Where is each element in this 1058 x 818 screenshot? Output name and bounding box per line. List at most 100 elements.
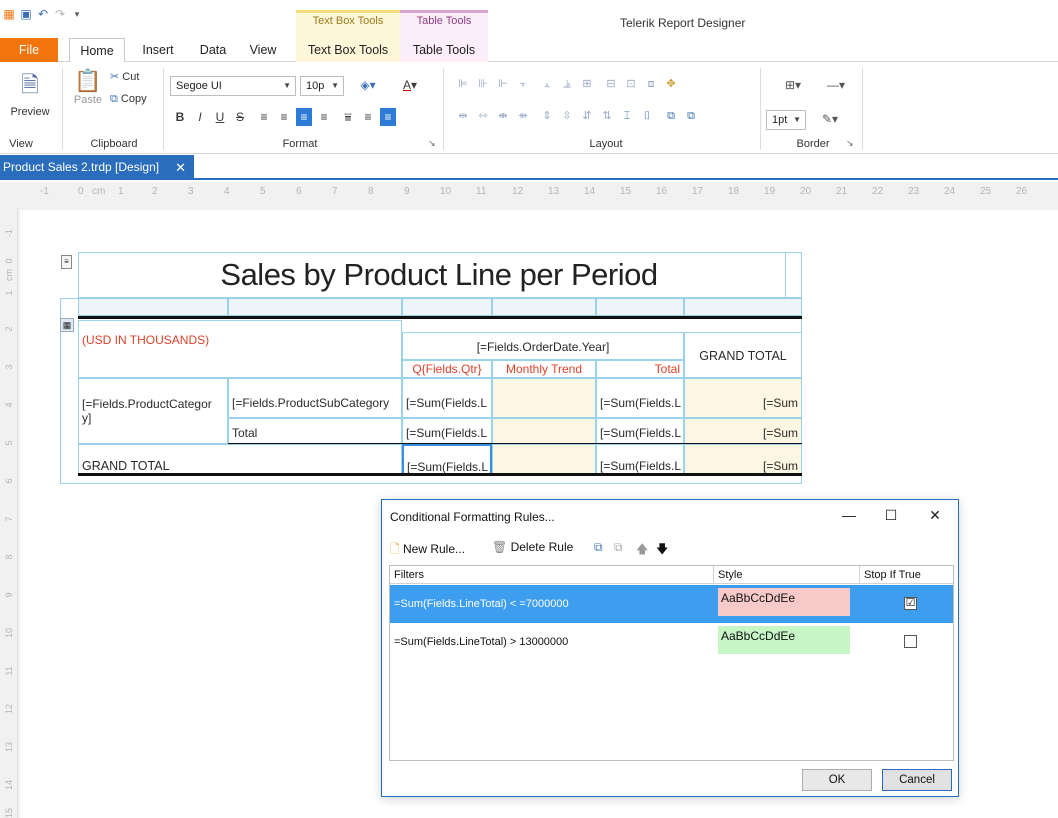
fill-color-icon[interactable]: ◈▾ [356,76,380,94]
column-handle[interactable] [492,298,596,316]
bold-icon[interactable]: B [172,108,188,126]
close-icon[interactable]: ✕ [920,502,950,528]
document-tab[interactable]: Product Sales 2.trdp [Design] ✕ [0,155,194,180]
horizontal-spacing-icon[interactable]: ⇹ [456,108,470,124]
order-year-cell[interactable]: [=Fields.OrderDate.Year] [402,332,684,360]
remove-h-spacing-icon[interactable]: ⇻ [516,108,530,124]
underline-icon[interactable]: U [212,108,228,126]
grand-total-sum-cell[interactable]: [=Sum [684,378,802,418]
stop-if-true-checkbox[interactable] [904,635,917,648]
style-sample[interactable]: AaBbCcDdEe [718,626,850,654]
vertical-spacing-icon[interactable]: ⇕ [540,108,554,124]
report-title[interactable]: Sales by Product Line per Period [78,254,800,296]
preview-button[interactable]: 🗎 Preview [4,68,56,118]
remove-v-spacing-icon[interactable]: ⇅ [600,108,614,124]
italic-icon[interactable]: I [192,108,208,126]
border-width-combo[interactable]: 1pt ▼ [766,110,806,130]
subtotal-total-cell[interactable]: [=Sum(Fields.L [596,418,684,444]
border-style-icon[interactable]: —▾ [818,76,854,94]
font-color-icon[interactable]: A▾ [396,76,424,94]
column-handle[interactable] [596,298,684,316]
copy-button[interactable]: ⧉ Copy [110,93,147,106]
quarter-cell[interactable]: Q{Fields.Qtr} [402,360,492,378]
align-middles-icon[interactable]: ⫠ [540,76,554,92]
subtotal-label-cell[interactable]: Total [228,418,402,444]
column-header-stop-if-true[interactable]: Stop If True [860,566,953,584]
maximize-icon[interactable]: ☐ [876,502,906,528]
decrease-h-spacing-icon[interactable]: ⇼ [496,108,510,124]
same-width-icon[interactable]: ⊞ [580,76,594,92]
align-middle-icon[interactable]: ≡ [360,108,376,126]
customize-qat-icon[interactable]: ▾ [70,7,84,21]
monthly-trend-cell[interactable]: Monthly Trend [492,360,596,378]
table-select-handle-icon[interactable]: ▦ [60,318,74,332]
paste-rule-icon[interactable]: ⧉ [614,540,623,555]
style-sample[interactable]: AaBbCcDdEe [718,588,850,616]
column-header-style[interactable]: Style [714,566,860,584]
tab-file[interactable]: File [0,38,58,62]
column-handle[interactable] [402,298,492,316]
align-bottom-icon[interactable]: ≡ [380,108,396,126]
center-vertically-icon[interactable]: ⌷ [640,108,654,124]
close-icon[interactable]: ✕ [175,155,186,180]
font-name-combo[interactable]: Segoe UI ▼ [170,76,296,96]
product-subcategory-cell[interactable]: [=Fields.ProductSubCategory [228,378,402,418]
format-dialog-launcher-icon[interactable]: ↘ [428,138,436,149]
sparkline-cell[interactable] [492,378,596,418]
tab-table-tools[interactable]: Table Tools [400,38,488,62]
size-to-grid-icon[interactable]: ⊡ [624,76,638,92]
increase-v-spacing-icon[interactable]: ⇳ [560,108,574,124]
column-handle[interactable] [228,298,402,316]
border-dialog-launcher-icon[interactable]: ↘ [846,138,854,149]
strikethrough-icon[interactable]: S [232,108,248,126]
justify-icon[interactable]: ≡ [316,108,332,126]
tab-text-box-tools[interactable]: Text Box Tools [296,38,400,62]
minimize-icon[interactable]: — [834,502,864,528]
subtotal-trend-cell[interactable] [492,418,596,444]
cut-button[interactable]: ✂ Cut [110,70,139,83]
grand-total-grand-cell[interactable]: [=Sum [684,444,802,476]
save-icon[interactable]: ▣ [19,7,33,21]
borders-icon[interactable]: ⊞▾ [778,76,808,94]
align-center-icon[interactable]: ≡ [276,108,292,126]
stop-if-true-checkbox[interactable]: ☑ [904,597,917,610]
subtotal-sum-cell[interactable]: [=Sum(Fields.L [402,418,492,444]
tab-insert[interactable]: Insert [134,38,182,62]
bring-to-front-icon[interactable]: ⧈ [644,76,658,92]
column-header-filters[interactable]: Filters [390,566,714,584]
increase-h-spacing-icon[interactable]: ⇿ [476,108,490,124]
sum-cell[interactable]: [=Sum(Fields.L [402,378,492,418]
tab-data[interactable]: Data [193,38,233,62]
grand-total-trend-cell[interactable] [492,444,596,476]
product-category-cell[interactable]: [=Fields.ProductCategor y] [78,378,228,444]
sum-total-cell[interactable]: [=Sum(Fields.L [596,378,684,418]
align-lefts-icon[interactable]: ⊫ [456,76,470,92]
decrease-v-spacing-icon[interactable]: ⇵ [580,108,594,124]
grand-total-sum-cell-selected[interactable]: [=Sum(Fields.L [402,444,492,476]
delete-rule-button[interactable]: 🗑 Delete Rule [492,540,573,554]
new-rule-button[interactable]: 🗋 New Rule... [390,540,465,561]
rule-row[interactable]: =Sum(Fields.LineTotal) > 13000000 AaBbCc… [390,623,953,661]
total-header-cell[interactable]: Total [596,360,684,378]
grand-total-row-label[interactable]: GRAND TOTAL [78,444,402,476]
subtotal-grand-cell[interactable]: [=Sum [684,418,802,444]
paste-button[interactable]: 📋 Paste [70,68,106,106]
report-header-icon[interactable]: ≡ [61,255,72,269]
tab-home[interactable]: Home [69,38,125,63]
border-color-icon[interactable]: ✎▾ [814,110,846,128]
ok-button[interactable]: OK [802,769,872,791]
align-centers-icon[interactable]: ⊪ [476,76,490,92]
column-handle[interactable] [684,298,802,316]
undo-icon[interactable]: ↶ [36,7,50,21]
cancel-button[interactable]: Cancel [882,769,952,791]
bring-forward-icon[interactable]: ⧉ [664,108,678,124]
grand-total-total-cell[interactable]: [=Sum(Fields.L [596,444,684,476]
usd-note-cell[interactable]: (USD IN THOUSANDS) [78,320,402,378]
move-up-icon[interactable]: 🡅 [636,540,648,561]
align-bottoms-icon[interactable]: ⫡ [560,76,574,92]
tab-view[interactable]: View [244,38,282,62]
center-horizontally-icon[interactable]: ⌶ [620,108,634,124]
align-right-icon[interactable]: ≡ [296,108,312,126]
same-height-icon[interactable]: ⊟ [604,76,618,92]
rule-row[interactable]: =Sum(Fields.LineTotal) < =7000000 AaBbCc… [390,585,953,623]
